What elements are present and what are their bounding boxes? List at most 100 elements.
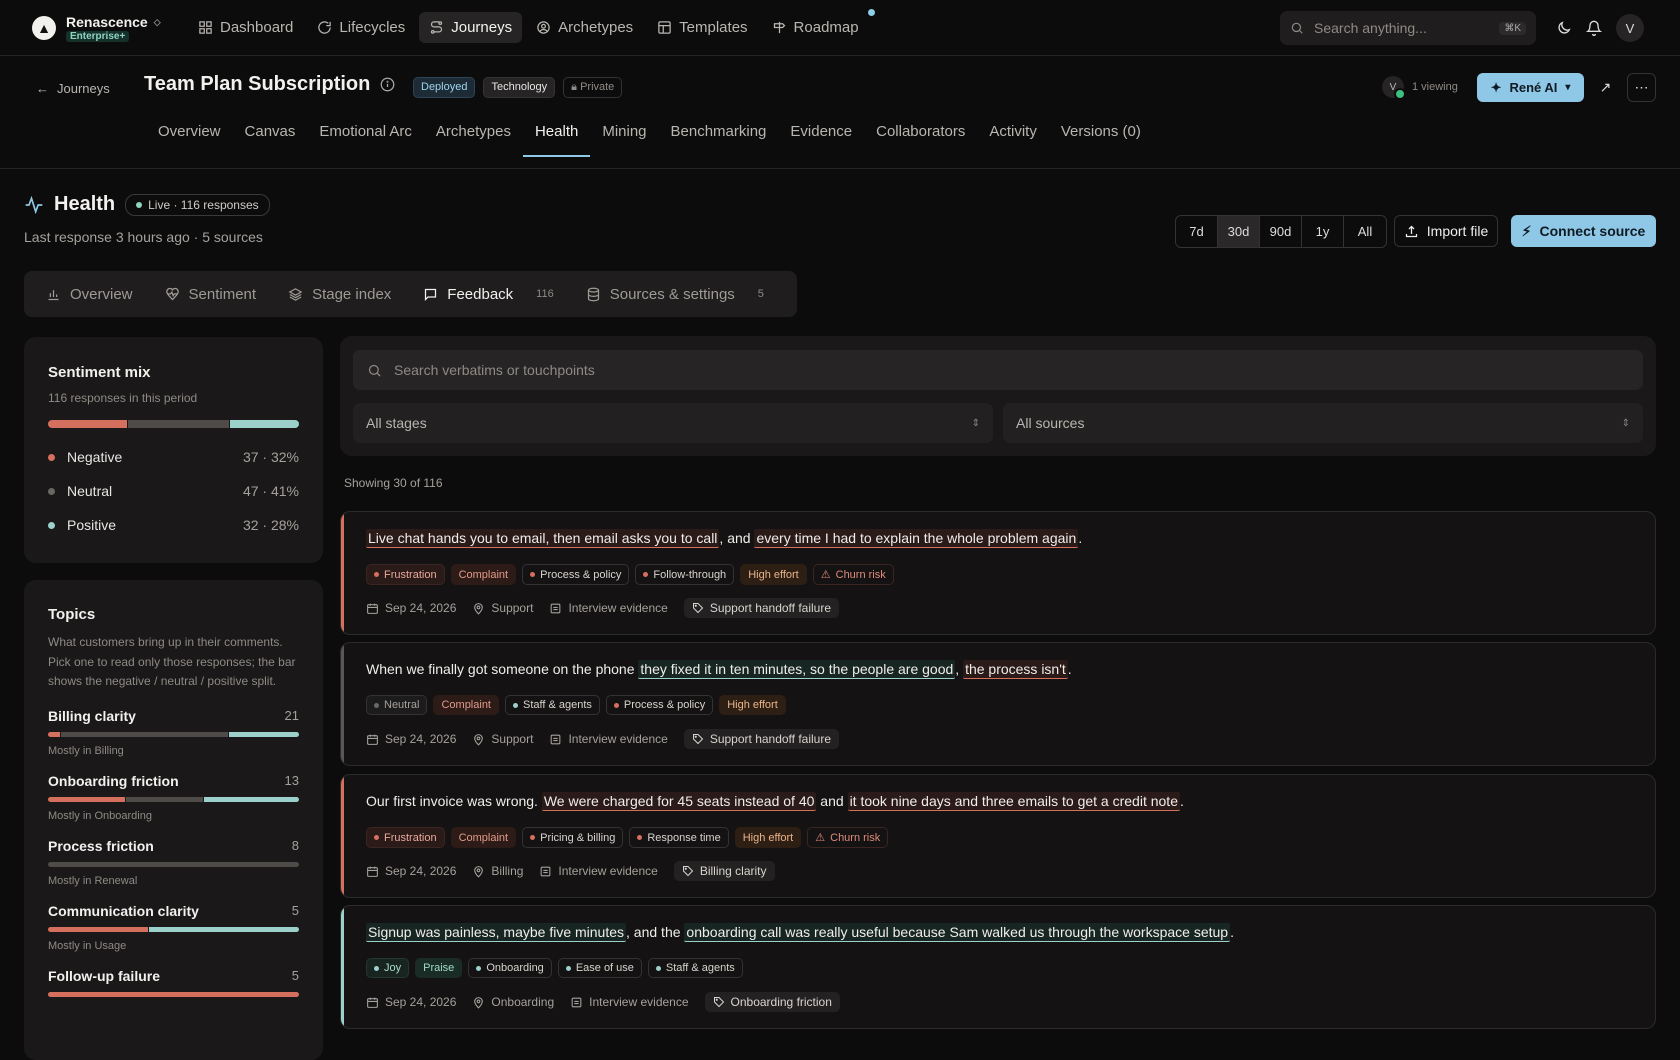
topic-tag[interactable]: Support handoff failure bbox=[683, 598, 840, 618]
sentiment-row-neutral[interactable]: Neutral 47 · 41% bbox=[48, 474, 299, 508]
tag-chip[interactable]: Pricing & billing bbox=[522, 827, 624, 848]
tab-activity[interactable]: Activity bbox=[977, 109, 1049, 156]
range-option-90d[interactable]: 90d bbox=[1260, 216, 1302, 247]
source-select[interactable]: All sources ⇕ bbox=[1003, 403, 1643, 443]
verbatim-search-input[interactable]: Search verbatims or touchpoints bbox=[353, 350, 1643, 390]
subtab-label: Overview bbox=[70, 285, 133, 303]
calendar-icon bbox=[366, 996, 379, 1009]
tag-chip[interactable]: Complaint bbox=[450, 827, 517, 848]
tag-chip[interactable]: Staff & agents bbox=[505, 695, 600, 715]
range-option-30d[interactable]: 30d bbox=[1218, 216, 1260, 247]
range-option-all[interactable]: All bbox=[1344, 216, 1386, 247]
tag-chip[interactable]: Follow-through bbox=[635, 564, 735, 585]
tag-chip[interactable]: Complaint bbox=[433, 695, 499, 715]
tab-archetypes[interactable]: Archetypes bbox=[424, 109, 523, 156]
tab-evidence[interactable]: Evidence bbox=[778, 109, 864, 156]
stage-select[interactable]: All stages ⇕ bbox=[353, 403, 993, 443]
tab-canvas[interactable]: Canvas bbox=[233, 109, 308, 156]
subtab-overview[interactable]: Overview bbox=[30, 276, 149, 312]
workspace-switcher[interactable]: ▲ Renascence ◇ Enterprise+ bbox=[32, 14, 161, 42]
nav-item-roadmap[interactable]: Roadmap bbox=[762, 9, 875, 43]
tag-chip[interactable]: Process & policy bbox=[605, 695, 714, 715]
tag-dot bbox=[565, 965, 571, 971]
sentiment-row-negative[interactable]: Negative 37 · 32% bbox=[48, 440, 299, 474]
tab-benchmarking[interactable]: Benchmarking bbox=[659, 109, 779, 156]
tag-chip[interactable]: Praise bbox=[415, 958, 463, 978]
topic-item[interactable]: Communication clarity 5 Mostly in Usage bbox=[48, 903, 299, 952]
tag-chip[interactable]: Frustration bbox=[366, 827, 445, 848]
tag-chip[interactable]: High effort bbox=[740, 564, 807, 585]
nav-item-dashboard[interactable]: Dashboard bbox=[188, 12, 303, 43]
subtab-sentiment[interactable]: Sentiment bbox=[149, 276, 273, 312]
subtab-sources-settings[interactable]: Sources & settings 5 bbox=[570, 276, 780, 312]
topic-item[interactable]: Billing clarity 21 Mostly in Billing bbox=[48, 708, 299, 757]
nav-item-lifecycles[interactable]: Lifecycles bbox=[307, 12, 415, 43]
tab-collaborators[interactable]: Collaborators bbox=[864, 109, 977, 156]
tag-chip[interactable]: ⚠︎ Churn risk bbox=[812, 564, 894, 585]
connect-source-button[interactable]: ⚡︎ Connect source bbox=[1511, 215, 1656, 247]
topic-tag[interactable]: Support handoff failure bbox=[683, 729, 840, 749]
back-link[interactable]: ← Journeys bbox=[36, 81, 110, 96]
topic-sentiment-bar bbox=[48, 926, 299, 932]
more-options-button[interactable]: ⋯ bbox=[1627, 73, 1656, 102]
search-shortcut: ⌘K bbox=[1499, 21, 1526, 35]
quote-text: , and bbox=[719, 530, 755, 546]
topic-item[interactable]: Process friction 8 Mostly in Renewal bbox=[48, 838, 299, 887]
tag-chip[interactable]: Ease of use bbox=[557, 958, 642, 978]
tab-emotional-arc[interactable]: Emotional Arc bbox=[307, 109, 424, 156]
info-icon[interactable] bbox=[380, 77, 395, 92]
moon-icon[interactable] bbox=[1556, 20, 1572, 36]
topic-item[interactable]: Onboarding friction 13 Mostly in Onboardin… bbox=[48, 773, 299, 822]
tag-chip[interactable]: High effort bbox=[734, 827, 802, 848]
feedback-card[interactable]: Our first invoice was wrong. We were cha… bbox=[340, 774, 1656, 898]
quote-text: Our first invoice was wrong. bbox=[366, 793, 542, 809]
topic-item[interactable]: Follow-up failure 5 bbox=[48, 968, 299, 997]
feedback-quote: Live chat hands you to email, then email… bbox=[366, 529, 1082, 548]
section-title: Health bbox=[54, 193, 116, 215]
tag-chip[interactable]: Complaint bbox=[450, 564, 517, 585]
user-avatar[interactable]: V bbox=[1616, 14, 1644, 42]
feedback-card[interactable]: Signup was painless, maybe five minutes,… bbox=[340, 905, 1656, 1029]
tag-label: Follow-through bbox=[653, 568, 727, 581]
plug-icon: ⚡︎ bbox=[1521, 222, 1532, 239]
tab-versions-0[interactable]: Versions (0) bbox=[1049, 109, 1153, 156]
tag-chip[interactable]: Response time bbox=[629, 827, 729, 848]
tag-label: Churn risk bbox=[830, 831, 881, 844]
ai-assistant-button[interactable]: ✦ René AI ▾ bbox=[1477, 73, 1584, 102]
map-pin-icon bbox=[472, 865, 485, 878]
nav-item-journeys[interactable]: Journeys bbox=[419, 12, 523, 43]
feedback-source: Interview evidence bbox=[570, 995, 689, 1009]
feedback-source: Interview evidence bbox=[549, 601, 668, 615]
open-external-button[interactable]: ↗ bbox=[1591, 73, 1620, 102]
feedback-source: Interview evidence bbox=[539, 864, 658, 878]
feedback-card[interactable]: Live chat hands you to email, then email… bbox=[340, 511, 1656, 635]
range-option-1y[interactable]: 1y bbox=[1302, 216, 1344, 247]
topic-tag[interactable]: Billing clarity bbox=[673, 861, 775, 881]
tag-chip[interactable]: Frustration bbox=[366, 564, 445, 585]
tag-chip[interactable]: Neutral bbox=[366, 695, 428, 715]
nav-item-templates[interactable]: Templates bbox=[647, 12, 757, 43]
tab-overview[interactable]: Overview bbox=[146, 109, 233, 156]
tab-mining[interactable]: Mining bbox=[590, 109, 658, 156]
tag-chip[interactable]: Process & policy bbox=[522, 564, 630, 585]
subtab-stage-index[interactable]: Stage index bbox=[272, 276, 407, 312]
subtab-feedback[interactable]: Feedback 116 bbox=[407, 276, 569, 312]
import-file-button[interactable]: Import file bbox=[1394, 215, 1498, 247]
bell-icon[interactable] bbox=[1586, 20, 1602, 36]
topic-tag[interactable]: Onboarding friction bbox=[704, 992, 840, 1012]
tag-chip[interactable]: Joy bbox=[366, 958, 410, 978]
global-search[interactable]: Search anything... ⌘K bbox=[1280, 11, 1536, 45]
tag-chip[interactable]: Staff & agents bbox=[647, 958, 743, 978]
sentiment-row-positive[interactable]: Positive 32 · 28% bbox=[48, 508, 299, 542]
tag-chip[interactable]: High effort bbox=[719, 695, 786, 715]
nav-item-archetypes[interactable]: Archetypes bbox=[526, 12, 643, 43]
feedback-card[interactable]: When we finally got someone on the phone… bbox=[340, 642, 1656, 766]
range-option-7d[interactable]: 7d bbox=[1176, 216, 1218, 247]
tag-label: Complaint bbox=[441, 699, 491, 711]
tag-chip[interactable]: Onboarding bbox=[468, 958, 552, 978]
tag-icon bbox=[713, 996, 725, 1008]
tag-chip[interactable]: ⚠︎ Churn risk bbox=[807, 827, 889, 848]
tab-health[interactable]: Health bbox=[522, 109, 591, 157]
sparkles-icon: ✦ bbox=[1490, 79, 1502, 95]
tag-label: Complaint bbox=[458, 568, 509, 581]
